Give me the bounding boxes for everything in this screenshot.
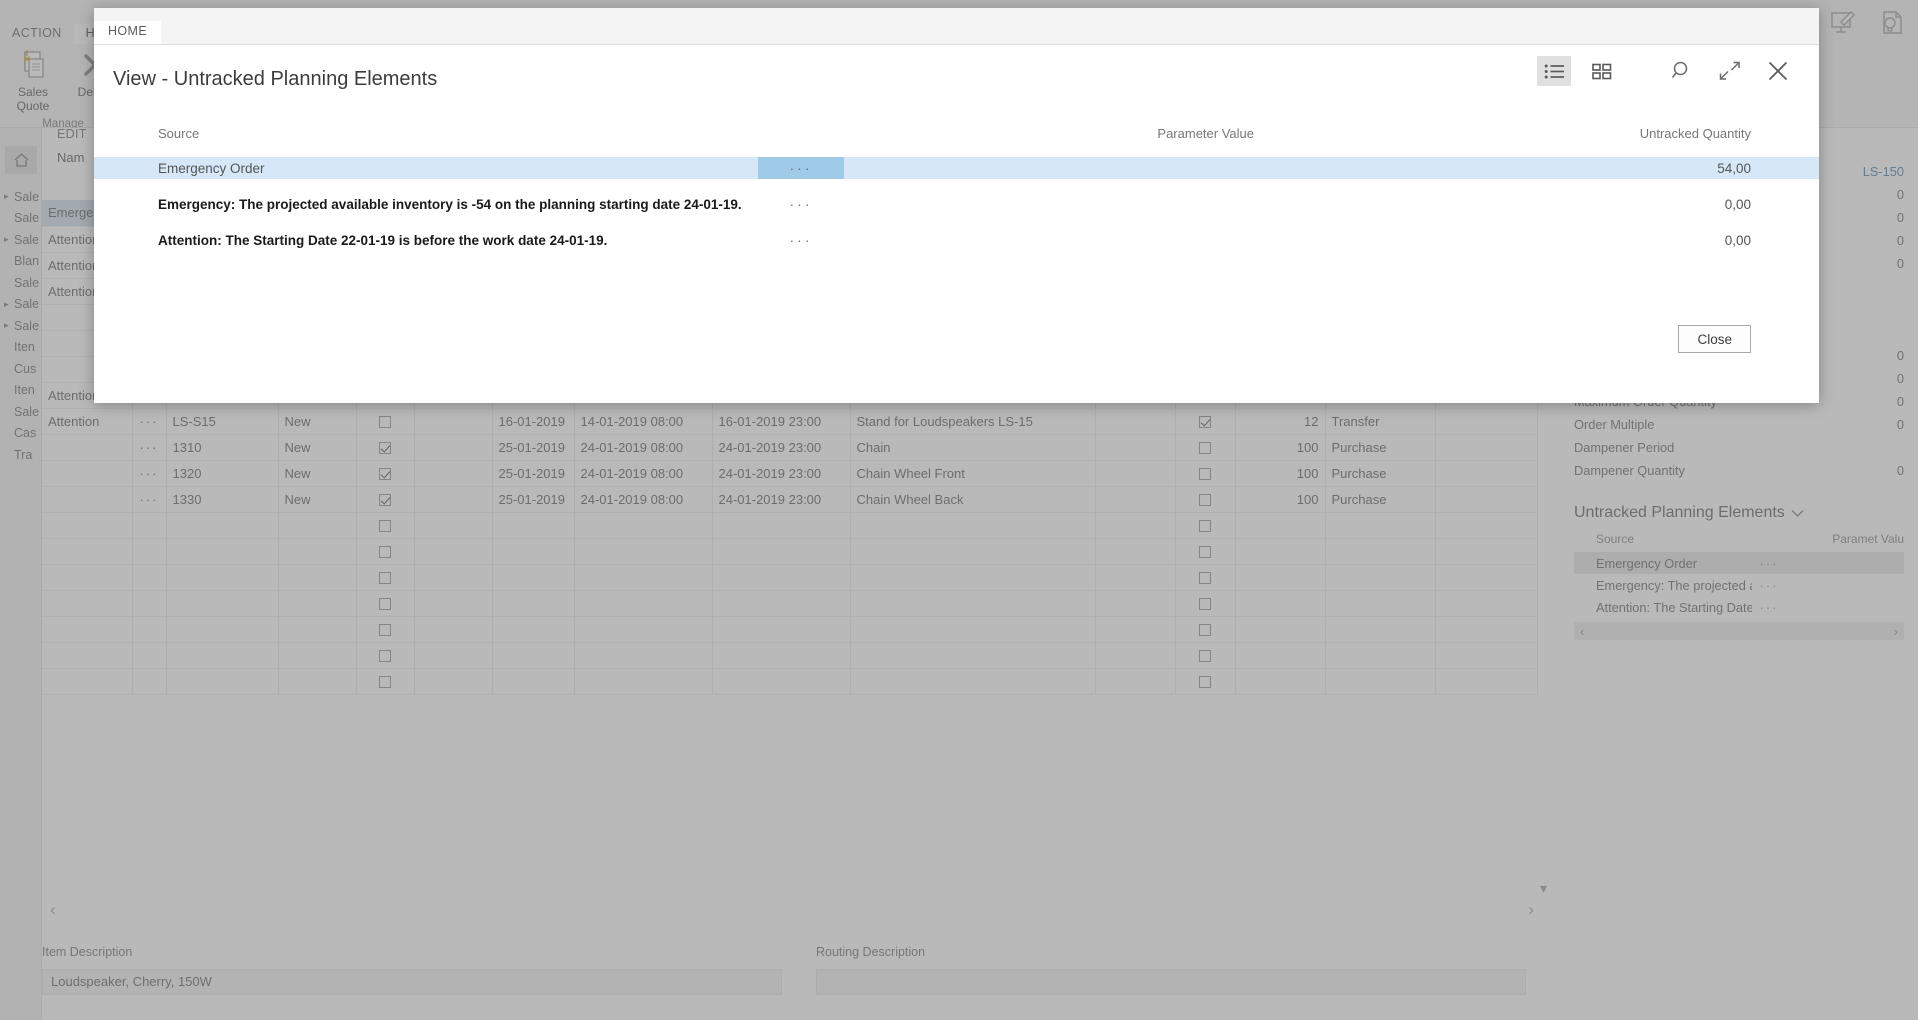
dialog-tab-home[interactable]: HOME — [94, 21, 161, 44]
dialog-table-body: Emergency Order···54,00Emergency: The pr… — [94, 157, 1819, 251]
dialog-cell-untracked-quantity: 54,00 — [1254, 161, 1819, 176]
close-button[interactable]: Close — [1678, 325, 1751, 353]
dialog-table-row[interactable]: Attention: The Starting Date 22-01-19 is… — [94, 229, 1819, 251]
dialog-tab-strip: HOME — [94, 8, 1819, 45]
dialog-col-source: Source — [94, 126, 758, 141]
dialog-row-menu-dots[interactable]: ··· — [758, 157, 844, 179]
search-icon[interactable] — [1665, 56, 1699, 86]
dialog-table-row[interactable]: Emergency: The projected available inven… — [94, 193, 1819, 215]
dialog-cell-source: Emergency Order — [94, 161, 758, 176]
dialog-row-menu-dots[interactable]: ··· — [758, 193, 844, 215]
dialog-toolbar — [1537, 56, 1795, 86]
dialog-col-parameter-value: Parameter Value — [844, 126, 1254, 141]
dialog-cell-untracked-quantity: 0,00 — [1254, 197, 1819, 212]
untracked-planning-elements-dialog: HOME View - Untracked Planning Elements — [94, 8, 1819, 403]
dialog-col-spacer — [758, 126, 844, 141]
dialog-cell-untracked-quantity: 0,00 — [1254, 233, 1819, 248]
shrink-icon[interactable] — [1713, 56, 1747, 86]
close-icon[interactable] — [1761, 56, 1795, 86]
dialog-col-untracked-quantity: Untracked Quantity — [1254, 126, 1819, 141]
dialog-table-row[interactable]: Emergency Order··· 54,00 — [94, 157, 1819, 179]
dialog-cell-source: Attention: The Starting Date 22-01-19 is… — [94, 233, 758, 248]
dialog-table: Source Parameter Value Untracked Quantit… — [94, 126, 1819, 265]
dialog-table-header: Source Parameter Value Untracked Quantit… — [94, 126, 1819, 157]
dialog-cell-source: Emergency: The projected available inven… — [94, 197, 758, 212]
dialog-footer: Close — [1678, 325, 1751, 353]
tile-view-icon[interactable] — [1585, 56, 1619, 86]
dialog-row-menu-dots[interactable]: ··· — [758, 229, 844, 251]
dialog-title: View - Untracked Planning Elements — [113, 68, 437, 91]
list-view-icon[interactable] — [1537, 56, 1571, 86]
